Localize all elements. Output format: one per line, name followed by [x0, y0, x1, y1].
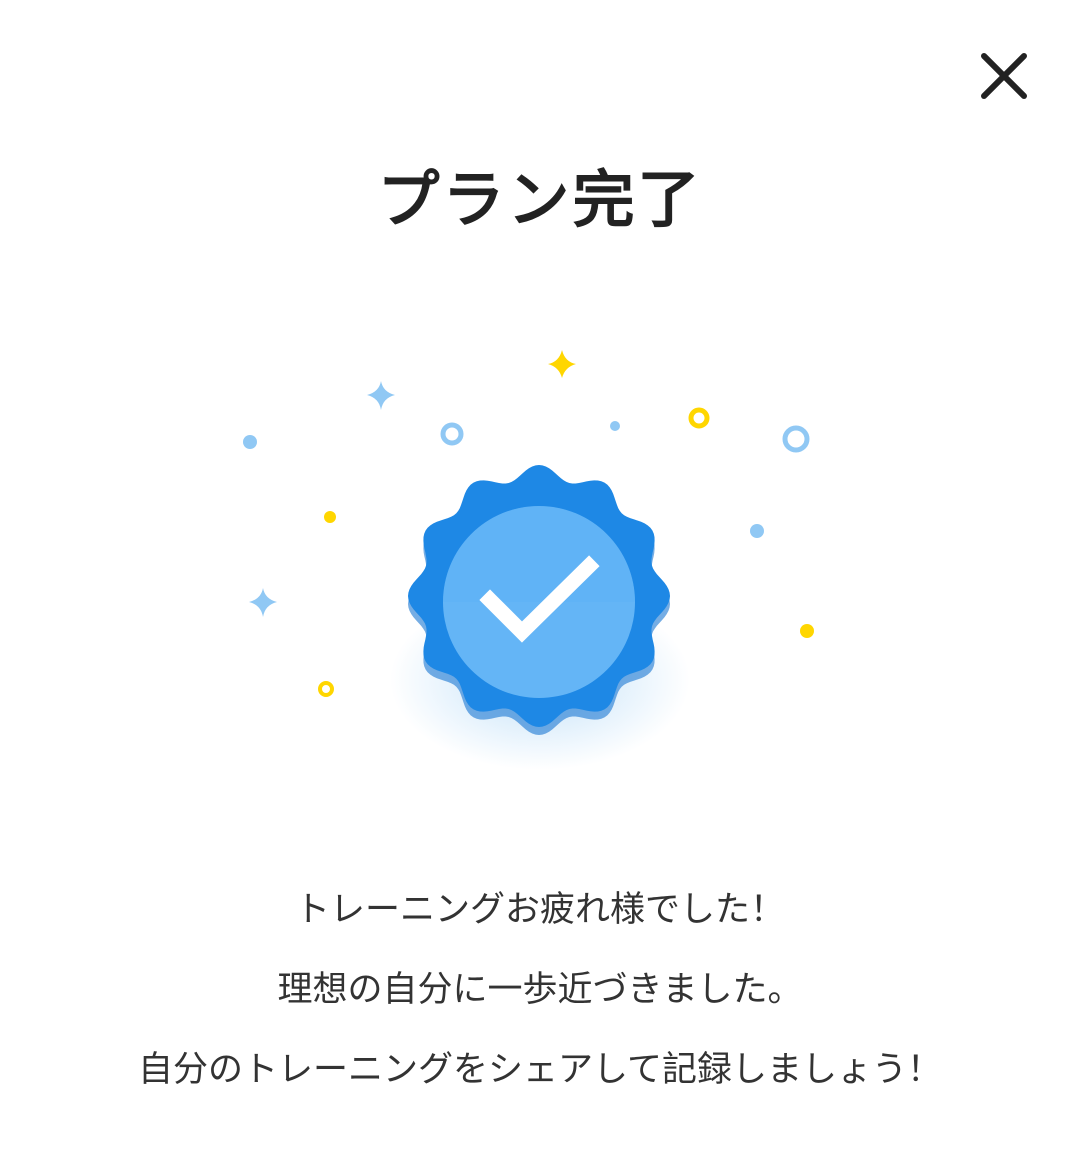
confetti-dot [750, 524, 764, 538]
page-title: プラン完了 [377, 163, 703, 236]
message-line-2: 理想の自分に一歩近づきました。 [277, 970, 803, 1010]
sparkle-icon [548, 350, 576, 378]
sparkle-icon [249, 588, 277, 617]
confetti-dot [800, 624, 814, 638]
confetti-ring [440, 422, 464, 446]
check-badge-icon [390, 465, 690, 770]
completion-message: トレーニングお疲れ様でした！ 理想の自分に一歩近づきました。 自分のトレーニング… [0, 870, 1080, 1110]
close-icon [981, 53, 1027, 99]
message-line-3: 自分のトレーニングをシェアして記録しましょう！ [138, 1050, 942, 1090]
confetti-dot [243, 435, 257, 449]
confetti-ring [688, 407, 710, 429]
sparkle-icon [367, 381, 395, 410]
confetti-ring [782, 425, 810, 453]
confetti-dot [324, 511, 336, 523]
confetti-dot [610, 421, 620, 431]
close-button[interactable] [972, 44, 1036, 108]
confetti-ring [318, 681, 334, 697]
message-line-1: トレーニングお疲れ様でした！ [294, 890, 785, 930]
completion-illustration [0, 300, 1080, 800]
